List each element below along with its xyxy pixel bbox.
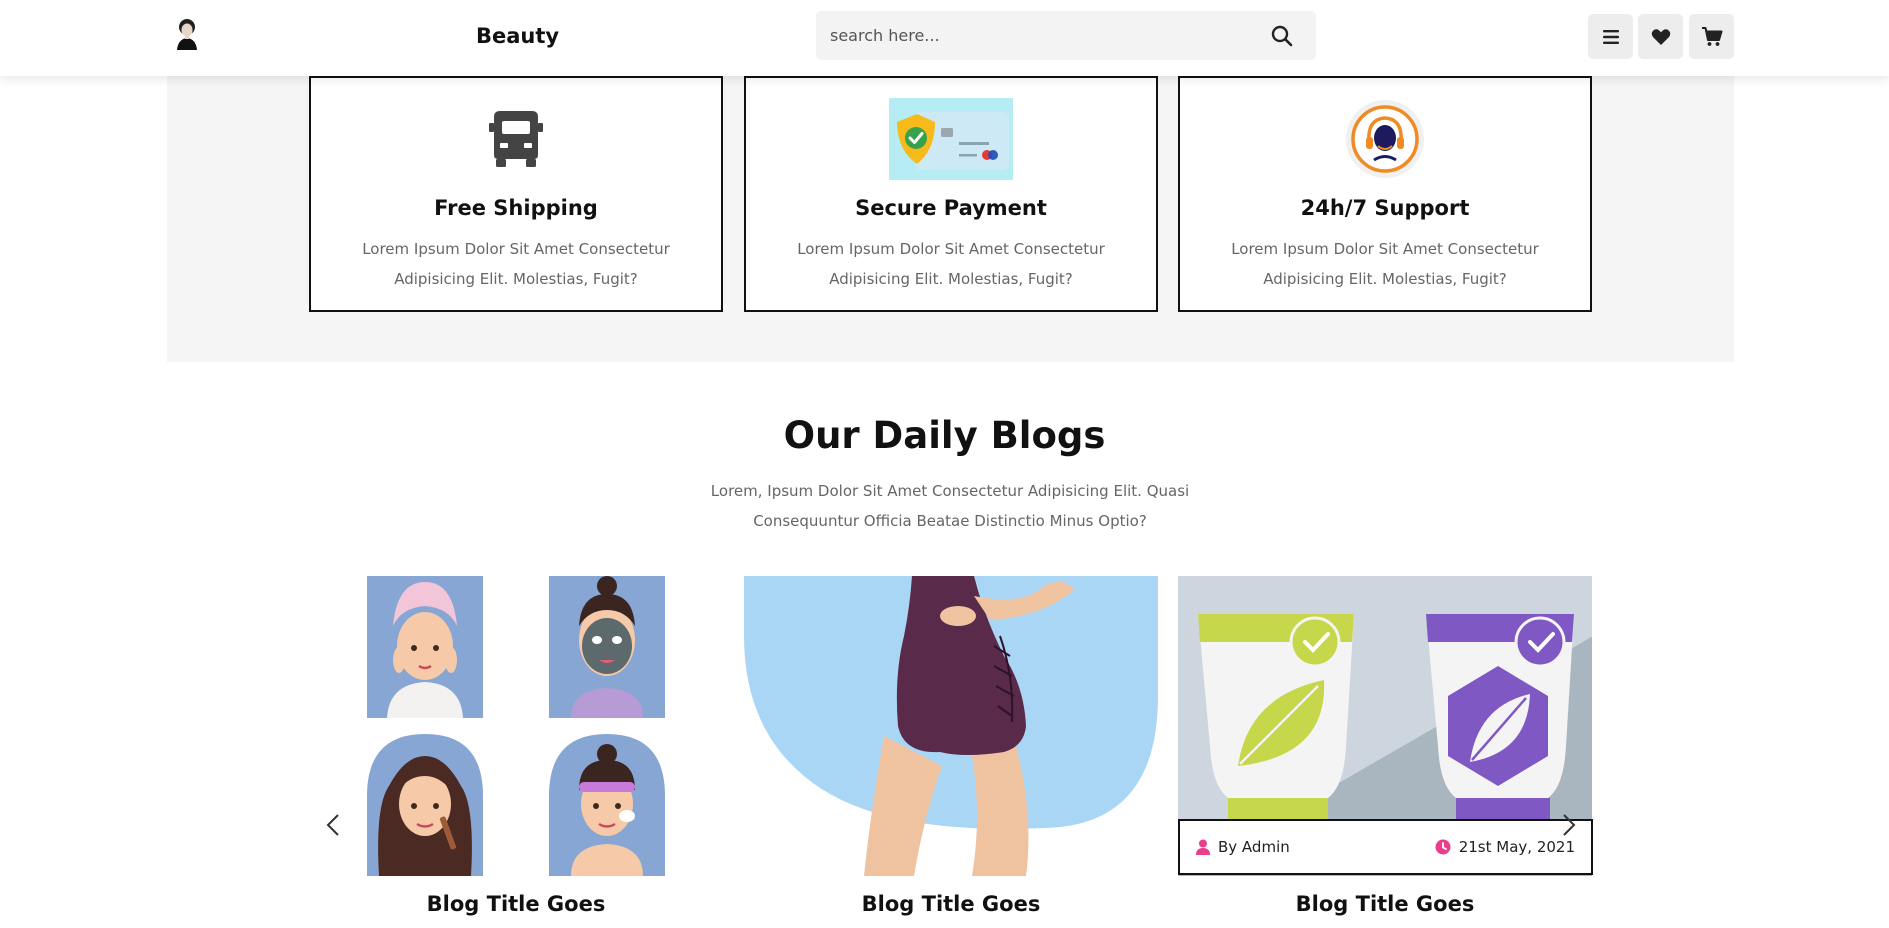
- feature-text: Lorem Ipsum Dolor Sit Amet Consectetur A…: [797, 240, 1105, 288]
- chevron-left-icon: [326, 814, 339, 836]
- truck-icon: [489, 111, 543, 167]
- cart-icon: [1701, 26, 1722, 46]
- wishlist-button[interactable]: [1638, 14, 1683, 59]
- feature-text: Lorem Ipsum Dolor Sit Amet Consectetur A…: [1231, 240, 1539, 288]
- feature-title: Secure Payment: [855, 196, 1047, 220]
- feature-text: Lorem Ipsum Dolor Sit Amet Consectetur A…: [362, 240, 670, 288]
- search-bar: [816, 11, 1316, 60]
- cart-button[interactable]: [1689, 14, 1734, 59]
- blog-card-meta: By Admin 21st May, 2021: [1178, 819, 1593, 875]
- slider-prev-button[interactable]: [321, 812, 345, 838]
- blog-card-title[interactable]: Blog Title Goes: [744, 892, 1158, 916]
- feature-title: Free Shipping: [434, 196, 598, 220]
- date-info: 21st May, 2021: [1435, 838, 1575, 856]
- search-icon[interactable]: [1270, 24, 1294, 48]
- blog-card-image[interactable]: [744, 576, 1158, 876]
- menu-button[interactable]: [1588, 14, 1633, 59]
- user-icon: [1196, 839, 1210, 855]
- blog-card-image[interactable]: [309, 576, 723, 876]
- headset-icon: [1346, 100, 1424, 178]
- slider-next-button[interactable]: [1557, 812, 1581, 838]
- clock-icon: [1435, 839, 1451, 855]
- logo-avatar-icon[interactable]: [174, 18, 200, 50]
- feature-title: 24h/7 Support: [1300, 196, 1470, 220]
- author-info[interactable]: By Admin: [1196, 838, 1290, 856]
- chevron-right-icon: [1563, 814, 1576, 836]
- feature-card-shipping: Free Shipping Lorem Ipsum Dolor Sit Amet…: [309, 76, 723, 312]
- feature-card-support: 24h/7 Support Lorem Ipsum Dolor Sit Amet…: [1178, 76, 1592, 312]
- site-header: Beauty: [0, 0, 1889, 76]
- menu-icon: [1602, 29, 1619, 44]
- blogs-subtitle: Lorem, Ipsum Dolor Sit Amet Consectetur …: [710, 482, 1190, 530]
- feature-card-payment: Secure Payment Lorem Ipsum Dolor Sit Ame…: [744, 76, 1158, 312]
- date-label: 21st May, 2021: [1458, 838, 1575, 856]
- credit-card-icon: [889, 98, 1013, 180]
- blog-card-title[interactable]: Blog Title Goes: [309, 892, 723, 916]
- author-label: By Admin: [1218, 838, 1290, 856]
- brand-name[interactable]: Beauty: [476, 24, 559, 48]
- blog-card-title[interactable]: Blog Title Goes: [1178, 892, 1592, 916]
- blogs-heading: Our Daily Blogs: [783, 414, 1106, 457]
- search-input[interactable]: [830, 11, 1250, 60]
- heart-icon: [1651, 28, 1670, 45]
